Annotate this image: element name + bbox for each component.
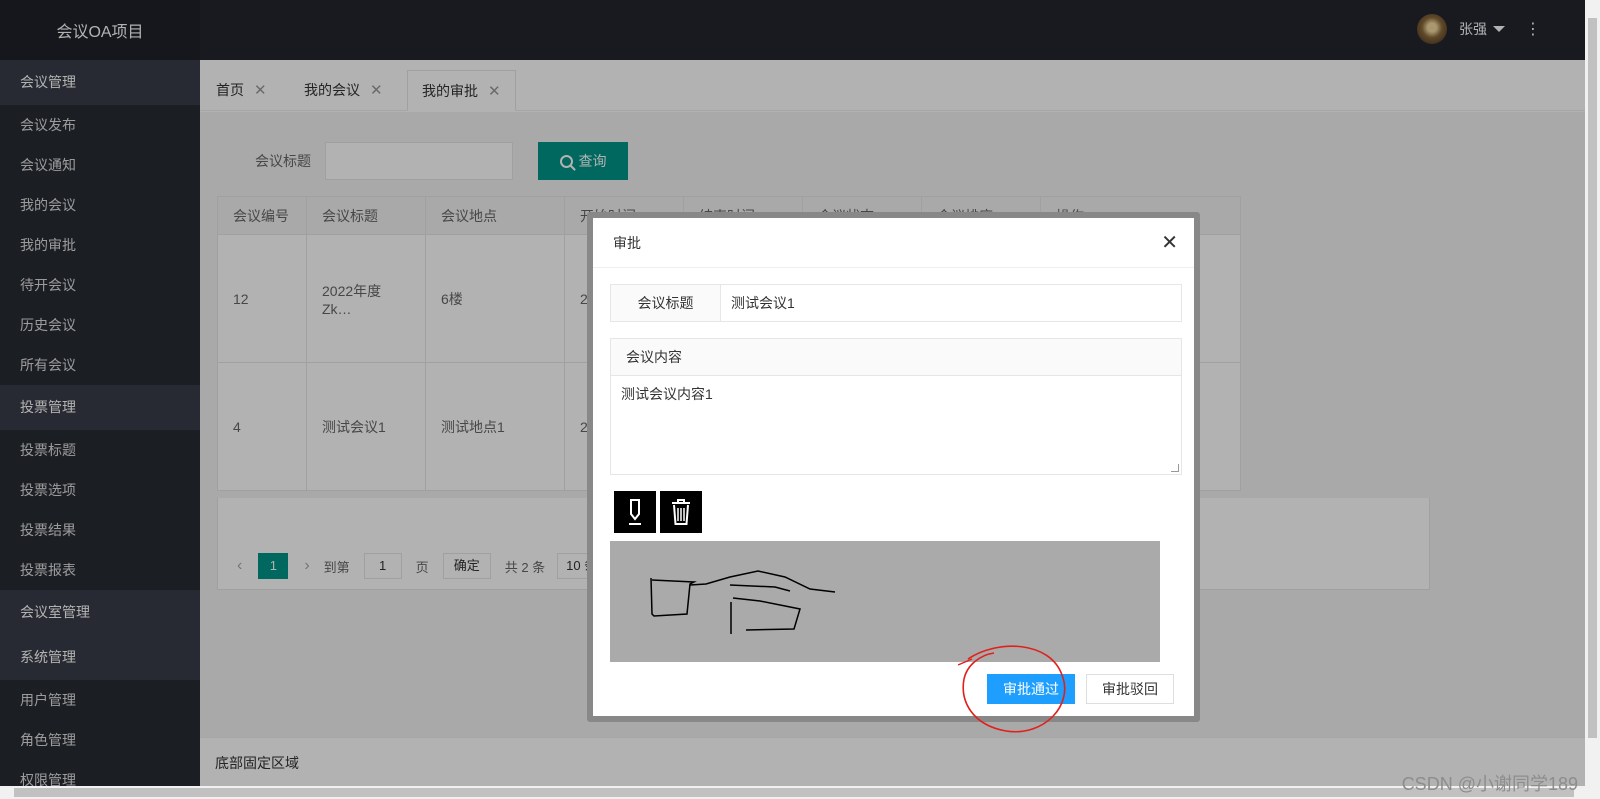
approval-dialog: 审批 ✕ 会议标题 测试会议1 会议内容 测试会议内容1 审批通过 审批驳回 (587, 212, 1200, 722)
clear-signature-button[interactable] (660, 491, 702, 533)
approve-button[interactable]: 审批通过 (987, 674, 1075, 704)
trash-icon (672, 499, 690, 525)
scrollbar-thumb[interactable] (14, 788, 1574, 797)
close-icon[interactable]: ✕ (1161, 233, 1178, 253)
signature-pad[interactable] (610, 541, 1160, 662)
resize-handle-icon[interactable] (1171, 464, 1179, 472)
watermark: CSDN @小谢同学189 (1401, 774, 1578, 794)
signature-drawing (650, 570, 836, 634)
reject-button[interactable]: 审批驳回 (1086, 674, 1174, 704)
dialog-title: 审批 (593, 218, 1194, 268)
field-label: 会议标题 (611, 285, 721, 321)
pen-tool-button[interactable] (614, 491, 656, 533)
scrollbar-thumb[interactable] (1588, 18, 1597, 738)
horizontal-scrollbar[interactable] (0, 786, 1600, 799)
field-label: 会议内容 (611, 339, 1181, 376)
pen-icon (629, 499, 641, 525)
meeting-title-field: 会议标题 测试会议1 (610, 284, 1182, 322)
vertical-scrollbar[interactable] (1585, 0, 1600, 786)
meeting-content-textarea[interactable]: 测试会议内容1 (611, 376, 1181, 412)
meeting-title-input[interactable]: 测试会议1 (721, 285, 795, 321)
meeting-content-field: 会议内容 测试会议内容1 (610, 338, 1182, 475)
